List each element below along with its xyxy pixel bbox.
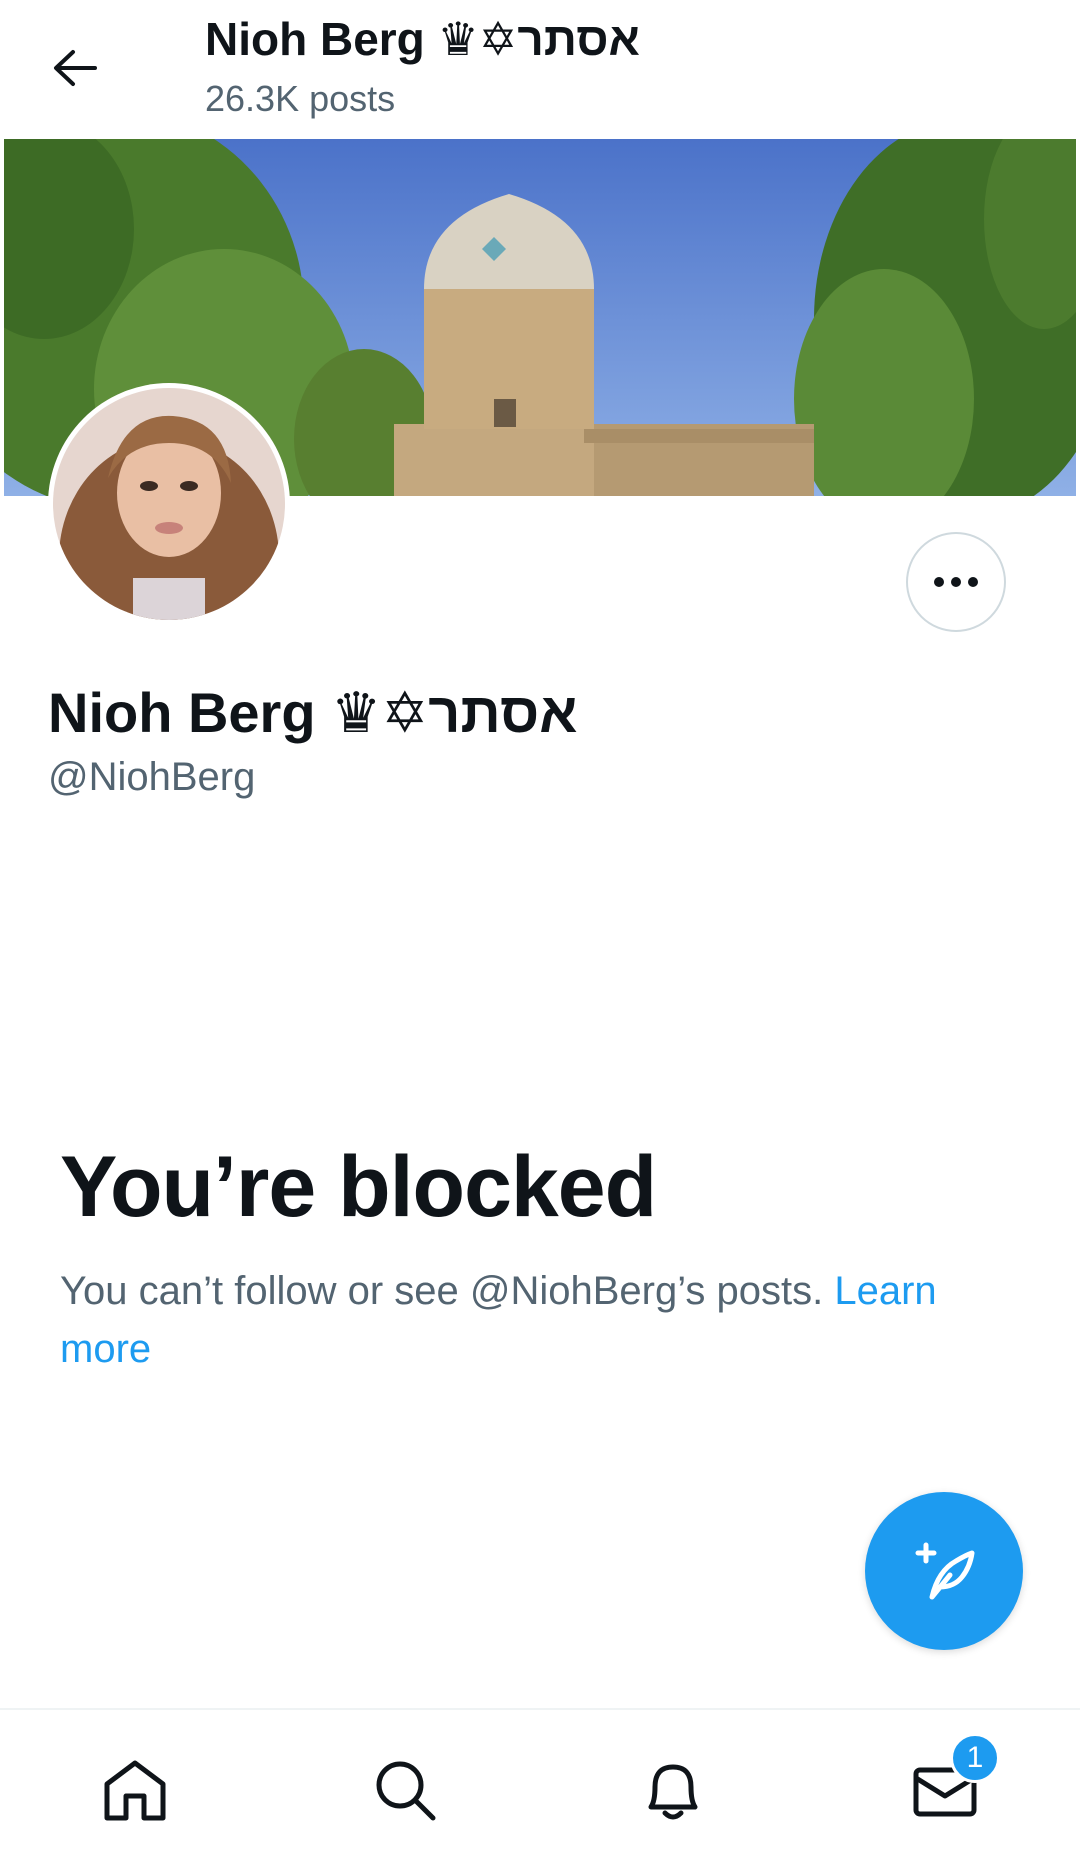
compose-feather-icon <box>915 1542 975 1600</box>
top-header: Nioh Berg ♛✡אסתר 26.3K posts <box>0 0 1080 138</box>
bottom-navigation <box>0 1708 1080 1859</box>
blocked-message-text: You can’t follow or see @NiohBerg’s post… <box>60 1269 835 1313</box>
notifications-icon <box>648 1764 698 1820</box>
more-horizontal-icon <box>934 577 978 587</box>
nav-notifications[interactable] <box>633 1750 713 1830</box>
more-options-button[interactable] <box>906 532 1006 632</box>
nav-home[interactable] <box>95 1750 175 1830</box>
blocked-message: You can’t follow or see @NiohBerg’s post… <box>60 1262 1020 1378</box>
search-icon <box>376 1761 436 1821</box>
profile-handle: @NiohBerg <box>48 755 256 799</box>
arrow-left-icon <box>54 50 97 86</box>
back-button[interactable] <box>44 38 104 98</box>
profile-avatar[interactable] <box>48 383 290 625</box>
nav-search[interactable] <box>365 1750 445 1830</box>
blocked-title: You’re blocked <box>60 1139 657 1235</box>
home-icon <box>104 1760 166 1821</box>
posts-count: 26.3K posts <box>205 78 396 119</box>
profile-display-name: Nioh Berg ♛✡אסתר <box>48 681 578 744</box>
messages-unread-badge: 1 <box>950 1733 1000 1783</box>
header-title: Nioh Berg ♛✡אסתר <box>205 13 640 65</box>
compose-post-button[interactable] <box>865 1492 1023 1650</box>
